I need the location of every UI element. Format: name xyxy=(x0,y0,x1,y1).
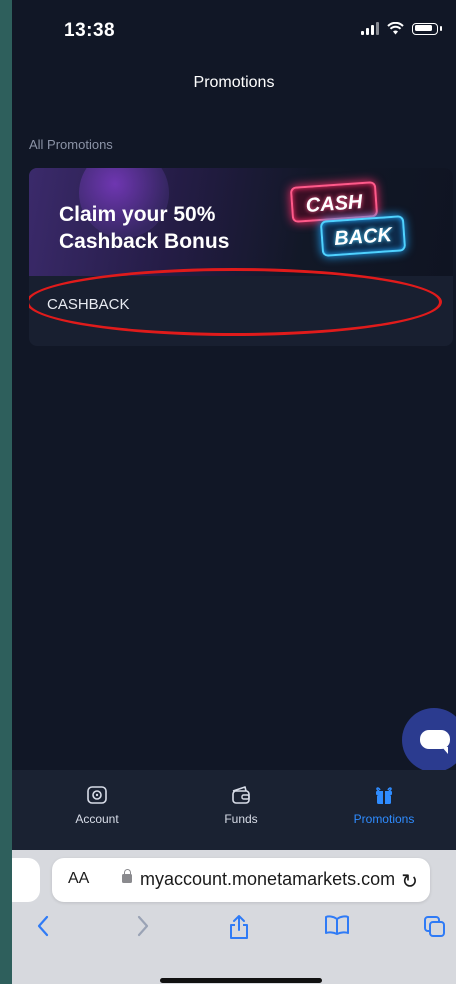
previous-tab-preview[interactable] xyxy=(12,858,40,902)
status-bar: 13:38 xyxy=(12,0,456,64)
tab-funds-label: Funds xyxy=(224,812,258,826)
banner-headline: Claim your 50% Cashback Bonus xyxy=(59,201,229,255)
browser-chrome: AA myaccount.monetamarkets.com ↻ xyxy=(12,850,456,984)
account-icon xyxy=(87,786,107,804)
status-icons xyxy=(361,22,442,35)
browser-toolbar xyxy=(12,914,456,950)
status-time: 13:38 xyxy=(64,20,116,41)
forward-icon[interactable] xyxy=(136,914,150,938)
cash-badge: CASH xyxy=(289,181,379,223)
chat-button[interactable] xyxy=(402,708,456,772)
text-size-button[interactable]: AA xyxy=(68,870,89,888)
app-screen: 13:38 Promotions All Promotions Claim yo… xyxy=(12,0,456,984)
url-text[interactable]: myaccount.monetamarkets.com xyxy=(140,869,395,890)
wifi-icon xyxy=(387,22,404,35)
tab-account[interactable]: Account xyxy=(42,784,152,826)
lock-icon xyxy=(122,869,132,883)
reload-icon[interactable]: ↻ xyxy=(401,869,418,894)
banner-line-2: Cashback Bonus xyxy=(59,230,230,253)
battery-icon xyxy=(412,22,438,35)
promotion-banner[interactable]: Claim your 50% Cashback Bonus CASH BACK xyxy=(29,168,453,276)
address-bar[interactable]: AA myaccount.monetamarkets.com ↻ xyxy=(52,858,430,902)
cellular-signal-icon xyxy=(361,22,379,35)
share-icon[interactable] xyxy=(228,914,250,940)
back-icon[interactable] xyxy=(36,914,50,938)
tabs-icon[interactable] xyxy=(422,914,446,938)
tab-funds[interactable]: Funds xyxy=(186,784,296,826)
battery-tip xyxy=(440,26,442,31)
tab-promotions[interactable]: Promotions xyxy=(329,784,439,826)
home-indicator xyxy=(160,978,322,983)
promotion-card-cashback[interactable]: Claim your 50% Cashback Bonus CASH BACK … xyxy=(29,168,453,346)
chat-icon xyxy=(420,730,450,754)
bookmarks-icon[interactable] xyxy=(324,914,350,936)
section-label: All Promotions xyxy=(29,137,113,152)
highlight-annotation xyxy=(29,268,442,336)
back-badge: BACK xyxy=(319,215,407,257)
banner-line-1: Claim your 50% xyxy=(59,203,216,226)
bottom-tab-bar: Account Funds Promotions xyxy=(12,770,456,850)
tab-account-label: Account xyxy=(75,812,119,826)
tab-promotions-label: Promotions xyxy=(353,812,415,826)
page-title: Promotions xyxy=(193,74,275,91)
wallet-icon xyxy=(232,786,250,804)
gift-icon xyxy=(376,787,392,804)
